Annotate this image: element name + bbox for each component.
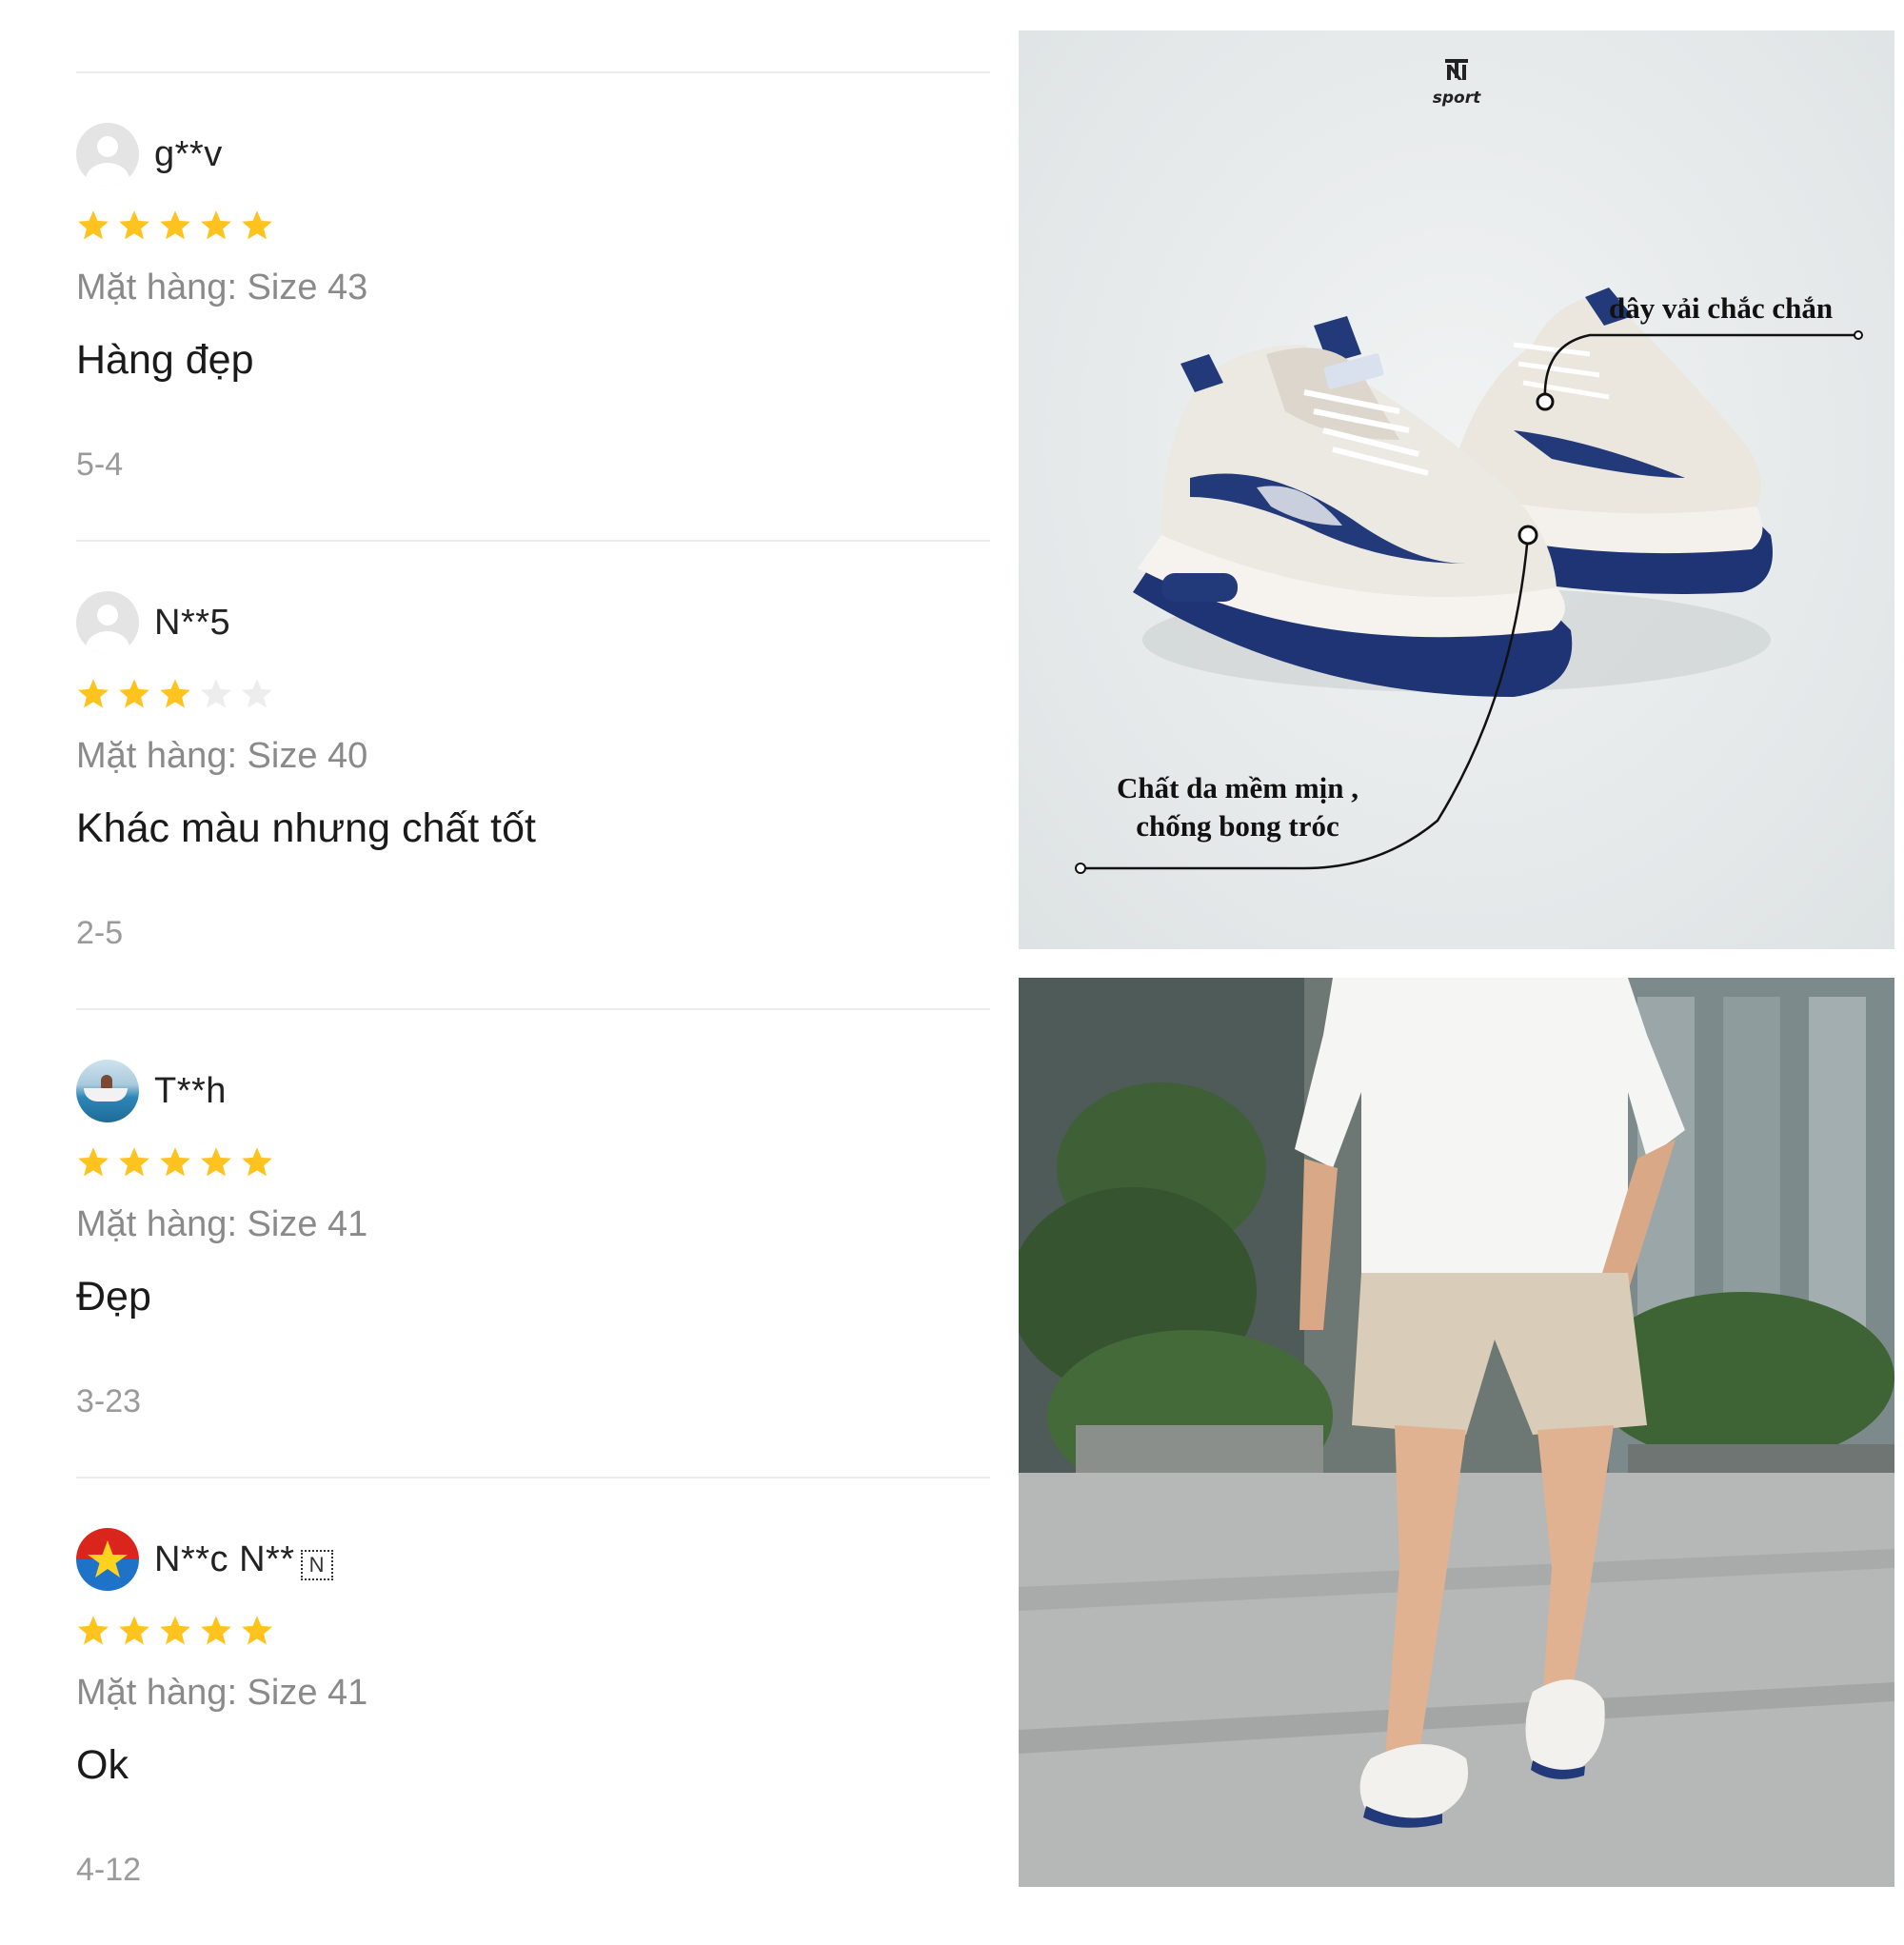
star-filled-icon xyxy=(119,679,149,708)
avatar[interactable] xyxy=(76,591,139,654)
review-date: 5-4 xyxy=(76,447,124,483)
review-comment: Ok xyxy=(76,1742,129,1788)
star-filled-icon xyxy=(78,1616,109,1645)
star-filled-icon xyxy=(119,1147,149,1177)
callout-leather-line1: Chất da mềm mịn , xyxy=(1116,771,1359,804)
review-item: N**5 Mặt hàng: Size 40 Khác màu nhưng ch… xyxy=(76,540,990,1008)
review-item: g**v Mặt hàng: Size 43 Hàng đẹp 5-4 xyxy=(76,71,990,540)
star-filled-icon xyxy=(78,210,109,240)
star-filled-icon xyxy=(160,1147,190,1177)
review-header: T**h xyxy=(76,1060,227,1122)
review-date: 3-23 xyxy=(76,1383,142,1419)
callout-leather-text: Chất da mềm mịn , chống bong tróc xyxy=(1085,769,1390,845)
review-date: 4-12 xyxy=(76,1852,142,1888)
product-image-studio[interactable]: sport dây vải chắc chắn Chất da mềm mịn … xyxy=(1019,30,1894,949)
star-empty-icon xyxy=(201,679,231,708)
star-rating xyxy=(76,1614,281,1652)
star-filled-icon xyxy=(119,1616,149,1645)
review-item: N**c N** N Mặt hàng: Size 41 Ok 4-12 xyxy=(76,1477,990,1945)
review-date: 2-5 xyxy=(76,915,124,951)
variant-label: Mặt hàng: Size 41 xyxy=(76,1673,368,1713)
variant-label: Mặt hàng: Size 43 xyxy=(76,268,368,308)
avatar-shoulders-shape xyxy=(86,631,129,654)
review-header: N**c N** N xyxy=(76,1528,333,1591)
star-filled-icon xyxy=(160,679,190,708)
review-comment: Đẹp xyxy=(76,1274,151,1320)
avatar[interactable] xyxy=(76,1060,139,1122)
review-comment: Hàng đẹp xyxy=(76,337,254,383)
star-filled-icon xyxy=(242,1616,272,1645)
username[interactable]: N**5 xyxy=(154,603,230,644)
star-empty-icon xyxy=(242,679,272,708)
star-filled-icon xyxy=(242,1147,272,1177)
star-filled-icon xyxy=(119,210,149,240)
star-rating xyxy=(76,1145,281,1183)
avatar-head-shape xyxy=(97,136,118,157)
variant-label: Mặt hàng: Size 40 xyxy=(76,736,368,776)
review-header: g**v xyxy=(76,123,223,186)
username[interactable]: N**c N** xyxy=(154,1539,295,1580)
star-flag-icon xyxy=(88,1540,128,1578)
star-filled-icon xyxy=(201,210,231,240)
name-badge: N xyxy=(300,1550,333,1580)
star-filled-icon xyxy=(201,1147,231,1177)
avatar-boat-shape xyxy=(84,1088,128,1102)
review-item: T**h Mặt hàng: Size 41 Đẹp 3-23 xyxy=(76,1008,990,1477)
lifestyle-photo-illustration xyxy=(1019,978,1894,1887)
star-rating xyxy=(76,677,281,715)
star-filled-icon xyxy=(160,210,190,240)
avatar[interactable] xyxy=(76,123,139,186)
callout-leather-line2: chống bong tróc xyxy=(1136,809,1339,843)
avatar[interactable] xyxy=(76,1528,139,1591)
review-header: N**5 xyxy=(76,591,230,654)
star-filled-icon xyxy=(242,210,272,240)
avatar-shoulders-shape xyxy=(86,163,129,186)
star-filled-icon xyxy=(78,1147,109,1177)
star-rating xyxy=(76,208,281,247)
review-list: g**v Mặt hàng: Size 43 Hàng đẹp 5-4 N**5… xyxy=(76,71,990,1945)
avatar-head-shape xyxy=(97,605,118,625)
callout-lace-text: dây vải chắc chắn xyxy=(1609,291,1834,325)
star-filled-icon xyxy=(160,1616,190,1645)
star-filled-icon xyxy=(201,1616,231,1645)
product-image-lifestyle[interactable] xyxy=(1019,978,1894,1887)
username[interactable]: T**h xyxy=(154,1071,227,1112)
variant-label: Mặt hàng: Size 41 xyxy=(76,1204,368,1244)
review-comment: Khác màu nhưng chất tốt xyxy=(76,805,536,851)
star-filled-icon xyxy=(78,679,109,708)
username[interactable]: g**v xyxy=(154,134,223,175)
